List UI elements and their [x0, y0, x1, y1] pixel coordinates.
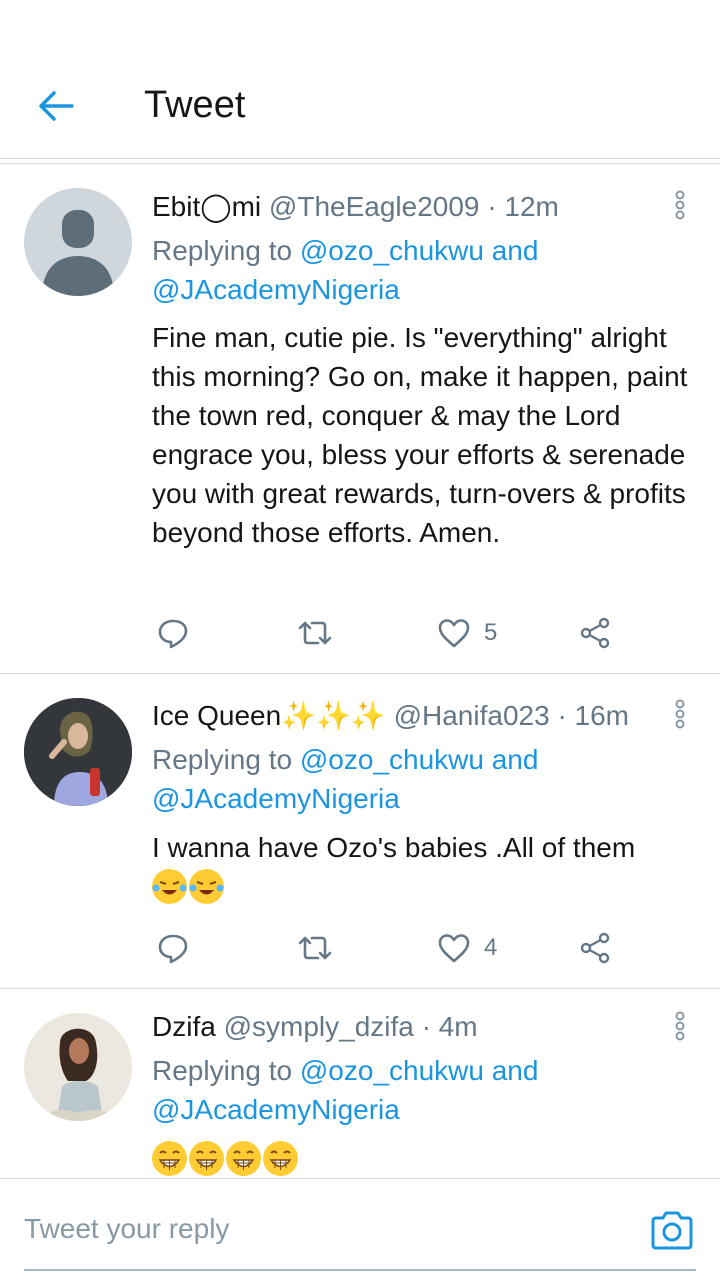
tweet-item[interactable]: Ebit◯mi @TheEagle2009 · 12m Replying to …	[0, 165, 720, 673]
heart-icon	[438, 934, 470, 963]
handle[interactable]: @symply_dzifa	[224, 1011, 414, 1042]
mention-joiner: and	[483, 1055, 539, 1086]
reply-icon	[158, 619, 188, 649]
like-button[interactable]: 5	[438, 613, 497, 653]
tweet-actions: 4	[0, 928, 720, 968]
retweet-icon	[298, 621, 332, 645]
timestamp: · 4m	[421, 1011, 478, 1042]
like-count: 4	[484, 934, 498, 961]
crying-laugh-emoji	[152, 869, 187, 904]
caret-icon	[675, 1011, 685, 1041]
retweet-button[interactable]	[297, 613, 333, 653]
display-name[interactable]: Ice Queen✨✨✨	[152, 700, 386, 731]
share-icon	[580, 932, 610, 964]
caret-menu-button[interactable]	[672, 1011, 688, 1041]
handle[interactable]: @Hanifa023	[394, 700, 550, 731]
tweet-text: Fine man, cutie pie. Is "everything" alr…	[152, 322, 688, 548]
share-button[interactable]	[579, 928, 611, 968]
back-button[interactable]	[30, 80, 82, 132]
emoji-row	[152, 869, 226, 905]
page-title: Tweet	[144, 84, 246, 126]
retweet-icon	[298, 936, 332, 960]
reply-input[interactable]: Tweet your reply	[24, 1213, 229, 1245]
mention-link[interactable]: @ozo_chukwu	[300, 744, 484, 775]
tweet-meta: Ice Queen✨✨✨ @Hanifa023 · 16m	[152, 699, 629, 732]
mention-link[interactable]: @JAcademyNigeria	[152, 783, 400, 814]
input-underline	[24, 1269, 696, 1271]
mention-link[interactable]: @ozo_chukwu	[300, 1055, 484, 1086]
handle[interactable]: @TheEagle2009	[269, 191, 480, 222]
display-name[interactable]: Ebit◯mi	[152, 191, 261, 222]
mention-joiner: and	[483, 744, 539, 775]
default-avatar-icon	[42, 210, 114, 296]
emoji-row	[152, 1141, 300, 1177]
tweet-actions: 5	[0, 613, 720, 653]
tweet-item[interactable]: Dzifa @symply_dzifa · 4m Replying to @oz…	[0, 989, 720, 1178]
replying-to: Replying to @ozo_chukwu and @JAcademyNig…	[152, 231, 538, 309]
tweet-text: I wanna have Ozo's babies .All of them	[152, 828, 697, 867]
reply-composer: Tweet your reply	[0, 1178, 720, 1280]
reply-icon	[158, 934, 188, 964]
top-bar: Tweet	[0, 0, 720, 158]
timestamp: · 12m	[487, 191, 559, 222]
caret-menu-button[interactable]	[672, 190, 688, 220]
back-arrow-icon	[39, 91, 74, 121]
replying-to: Replying to @ozo_chukwu and @JAcademyNig…	[152, 1051, 538, 1129]
replying-label: Replying to	[152, 235, 300, 266]
laughing-emoji	[263, 1141, 298, 1176]
header-divider	[0, 158, 720, 164]
tweet-item[interactable]: Ice Queen✨✨✨ @Hanifa023 · 16m Replying t…	[0, 674, 720, 988]
mention-joiner: and	[483, 235, 539, 266]
camera-icon	[651, 1211, 693, 1250]
caret-menu-button[interactable]	[672, 699, 688, 729]
mention-link[interactable]: @ozo_chukwu	[300, 235, 484, 266]
mention-link[interactable]: @JAcademyNigeria	[152, 274, 400, 305]
like-count: 5	[484, 619, 498, 646]
replying-label: Replying to	[152, 1055, 300, 1086]
like-button[interactable]: 4	[438, 928, 497, 968]
crying-laugh-emoji	[189, 869, 224, 904]
replying-label: Replying to	[152, 744, 300, 775]
share-icon	[580, 617, 610, 649]
camera-button[interactable]	[650, 1211, 694, 1251]
avatar[interactable]	[24, 188, 132, 296]
timestamp: · 16m	[557, 700, 630, 731]
reply-button[interactable]	[157, 928, 189, 968]
avatar[interactable]	[24, 698, 132, 806]
reply-button[interactable]	[157, 613, 189, 653]
profile-photo	[24, 698, 132, 806]
share-button[interactable]	[579, 613, 611, 653]
avatar[interactable]	[24, 1013, 132, 1121]
tweet-meta: Ebit◯mi @TheEagle2009 · 12m	[152, 190, 559, 223]
tweet-meta: Dzifa @symply_dzifa · 4m	[152, 1011, 478, 1043]
profile-photo	[24, 1013, 132, 1121]
heart-icon	[438, 619, 470, 648]
replying-to: Replying to @ozo_chukwu and @JAcademyNig…	[152, 740, 538, 818]
laughing-emoji	[189, 1141, 224, 1176]
caret-icon	[675, 190, 685, 220]
mention-link[interactable]: @JAcademyNigeria	[152, 1094, 400, 1125]
laughing-emoji	[152, 1141, 187, 1176]
laughing-emoji	[226, 1141, 261, 1176]
tweet-text-content: I wanna have Ozo's babies .All of them	[152, 832, 636, 863]
caret-icon	[675, 699, 685, 729]
retweet-button[interactable]	[297, 928, 333, 968]
display-name[interactable]: Dzifa	[152, 1011, 216, 1042]
